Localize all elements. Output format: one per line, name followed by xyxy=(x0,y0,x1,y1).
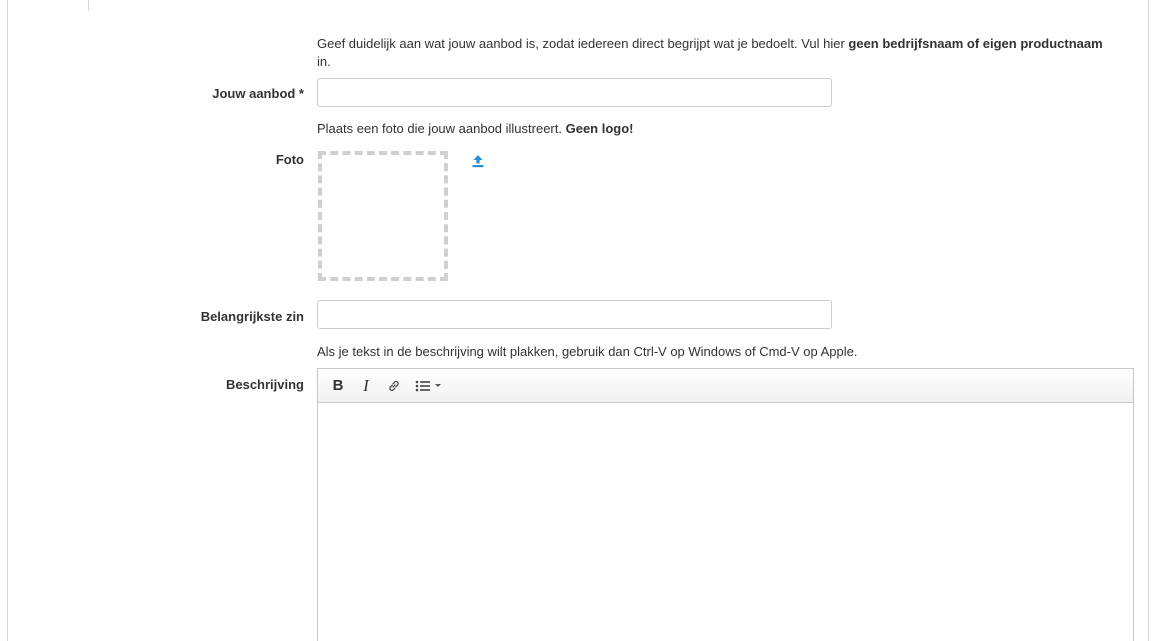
offer-input[interactable] xyxy=(317,78,832,107)
rich-text-editor: B I xyxy=(317,368,1134,641)
editor-toolbar: B I xyxy=(318,369,1133,403)
offer-label: Jouw aanbod * xyxy=(212,86,304,101)
photo-hint-emphasis: Geen logo! xyxy=(565,121,634,136)
sentence-label: Belangrijkste zin xyxy=(200,309,304,324)
photo-dropzone[interactable] xyxy=(318,151,448,281)
tab-divider xyxy=(88,0,89,11)
italic-button[interactable]: I xyxy=(352,373,380,399)
chevron-down-icon xyxy=(435,384,441,387)
offer-hint: Geef duidelijk aan wat jouw aanbod is, z… xyxy=(317,35,1117,71)
offer-hint-text: Geef duidelijk aan wat jouw aanbod is, z… xyxy=(317,36,849,51)
bold-button[interactable]: B xyxy=(324,373,352,399)
link-button[interactable] xyxy=(380,373,408,399)
photo-hint-text: Plaats een foto die jouw aanbod illustre… xyxy=(317,121,566,136)
list-dropdown-button[interactable] xyxy=(408,373,448,399)
link-icon xyxy=(389,380,399,391)
editor-content-area[interactable] xyxy=(318,403,1133,641)
offer-hint-suffix: in. xyxy=(317,54,331,69)
upload-icon[interactable] xyxy=(471,154,485,168)
sentence-input[interactable] xyxy=(317,300,832,329)
description-label: Beschrijving xyxy=(225,377,304,392)
photo-label: Foto xyxy=(275,152,304,167)
photo-hint: Plaats een foto die jouw aanbod illustre… xyxy=(317,120,634,138)
bullet-list-icon xyxy=(415,380,430,391)
offer-hint-emphasis: geen bedrijfsnaam of eigen productnaam xyxy=(848,36,1103,51)
description-hint: Als je tekst in de beschrijving wilt pla… xyxy=(317,344,858,359)
upload-icon-glyph xyxy=(472,155,484,168)
